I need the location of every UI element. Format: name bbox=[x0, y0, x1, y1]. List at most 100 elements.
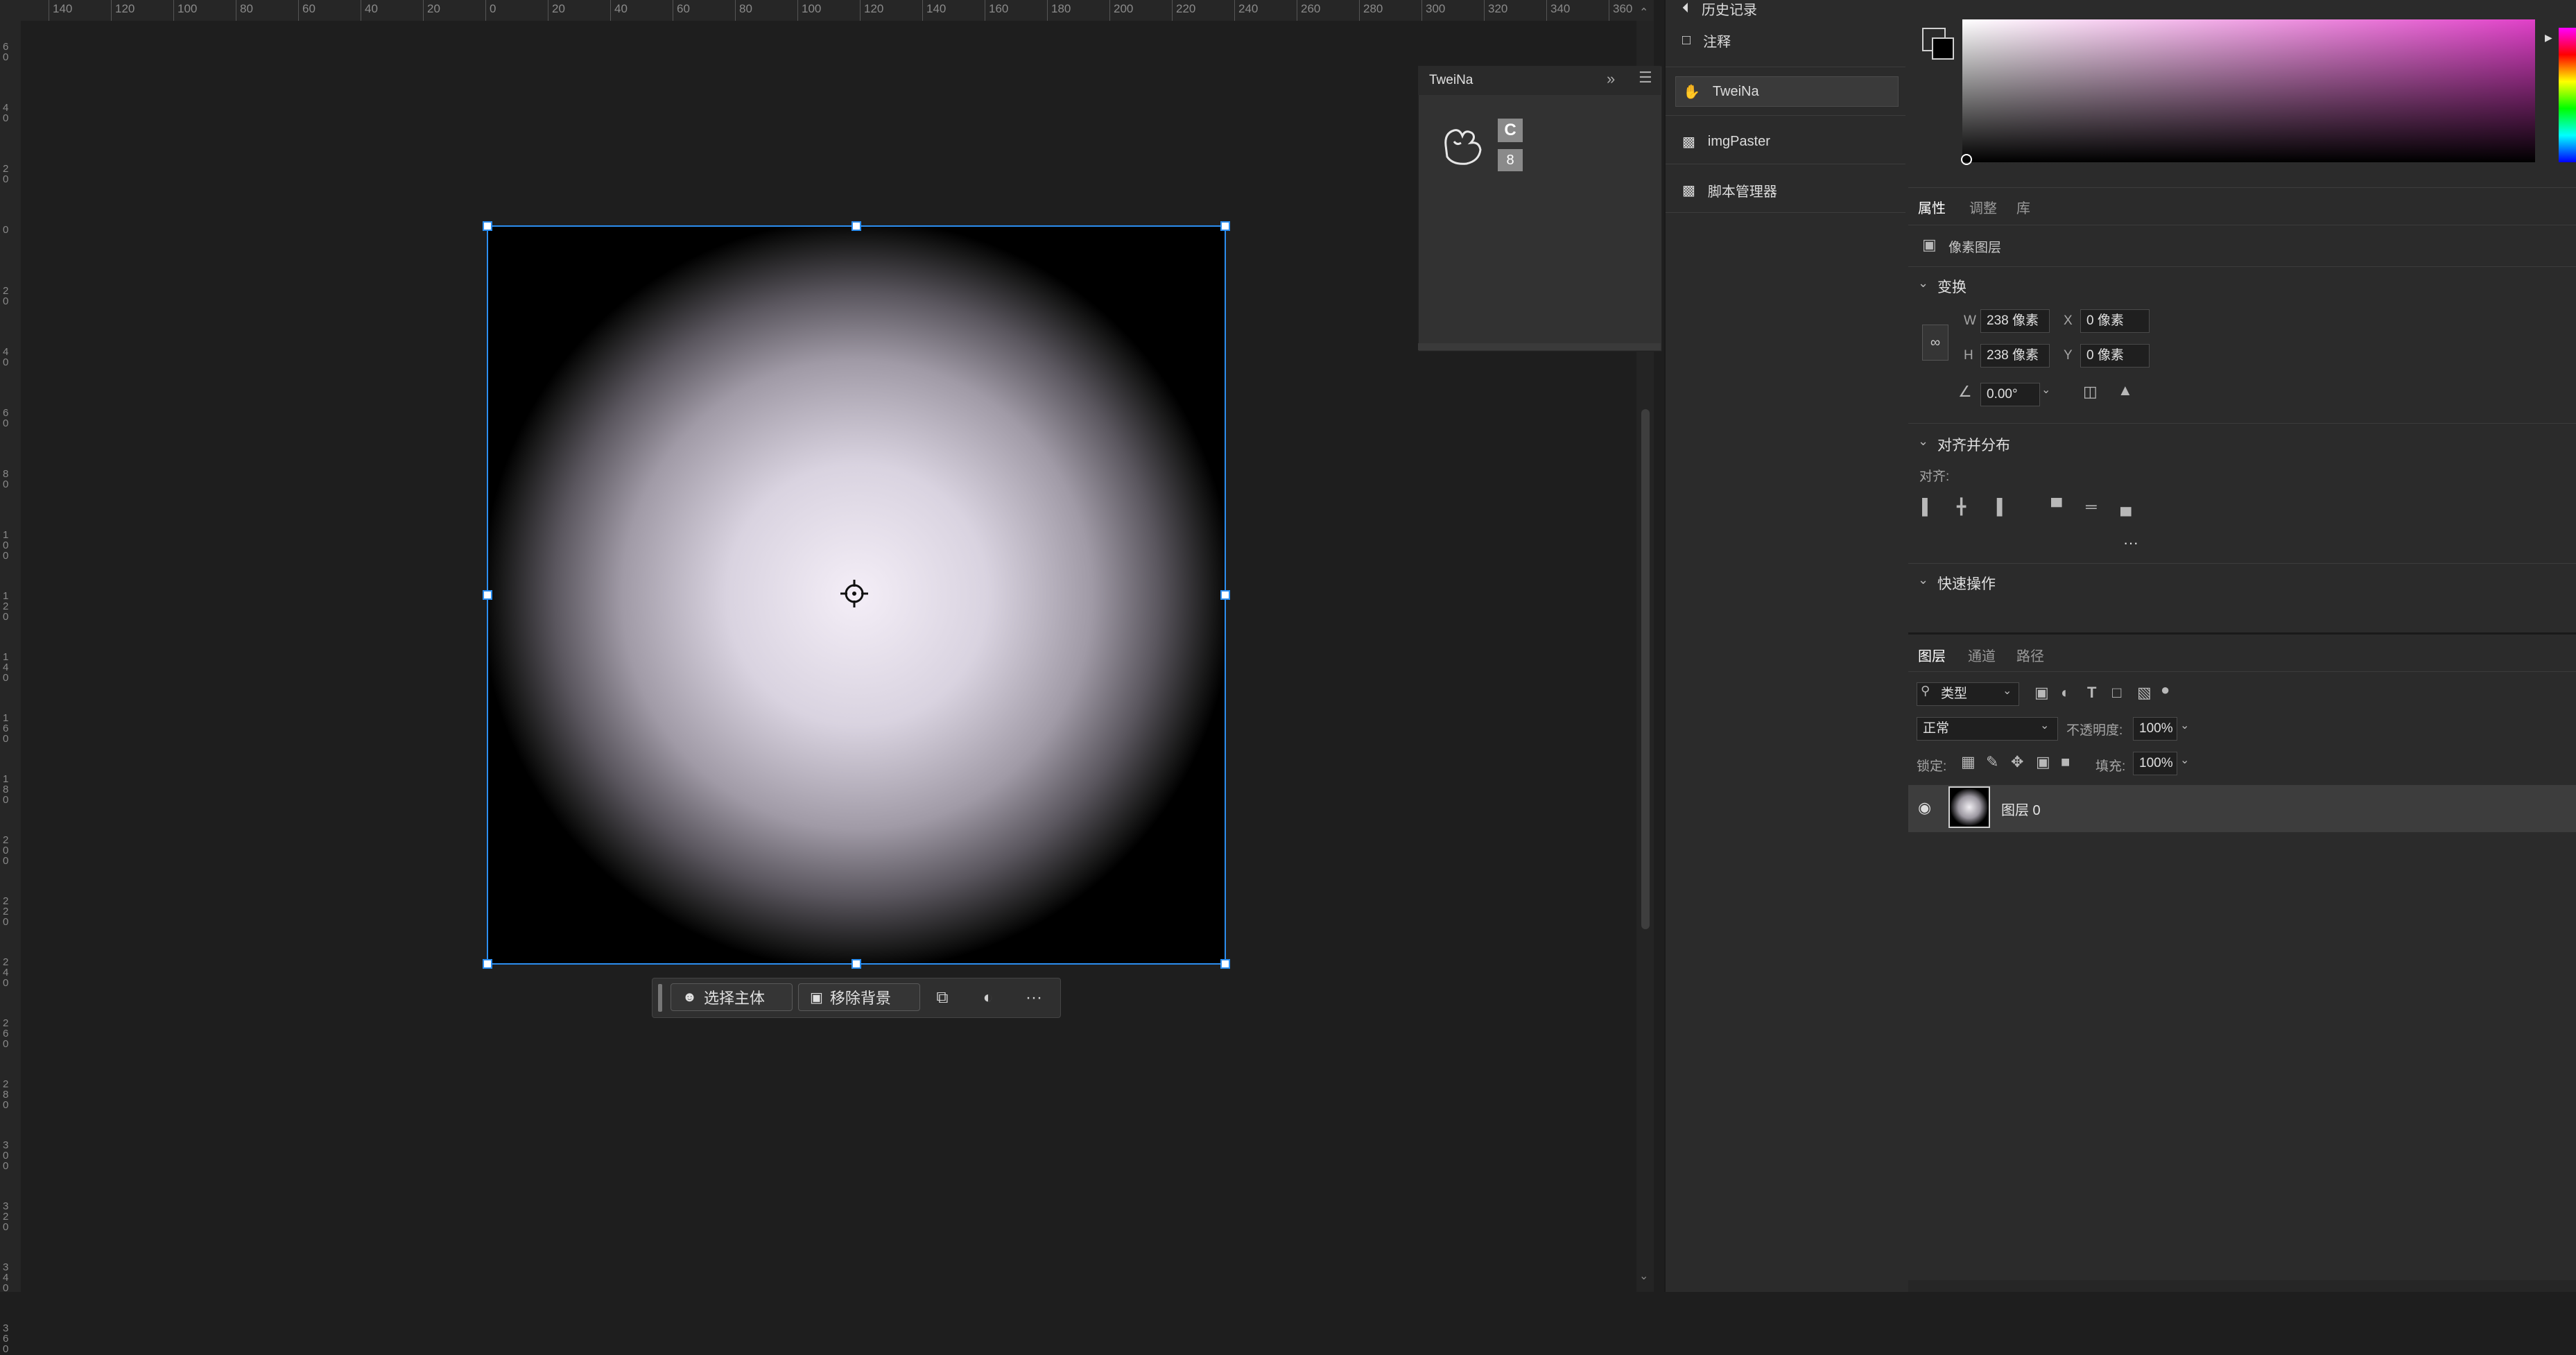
remove-background-button[interactable]: ▣ 移除背景 bbox=[798, 983, 920, 1011]
fill-field[interactable]: 100% bbox=[2133, 752, 2177, 775]
x-field[interactable]: 0 像素 bbox=[2080, 309, 2150, 333]
angle-dropdown-icon[interactable]: ⌄ bbox=[2041, 383, 2050, 397]
tab-channels[interactable]: 通道 bbox=[1968, 645, 1996, 665]
ruler-left-tick-label: 200 bbox=[3, 834, 9, 867]
tab-adjustments[interactable]: 调整 bbox=[1969, 197, 1997, 217]
hue-slider[interactable] bbox=[2559, 28, 2576, 162]
ruler-top-tick-label: 20 bbox=[427, 2, 440, 15]
layer-thumbnail[interactable] bbox=[1948, 786, 1990, 828]
flip-horizontal-icon[interactable]: ◫ bbox=[2083, 383, 2098, 401]
ruler-left-tick-label: 60 bbox=[3, 41, 9, 63]
width-field[interactable]: 238 像素 bbox=[1980, 309, 2050, 333]
collapse-icon[interactable]: » bbox=[1607, 70, 1615, 88]
reference-point-icon[interactable] bbox=[839, 578, 870, 609]
script-manager-panel-item[interactable]: ▩ 脚本管理器 bbox=[1675, 175, 1899, 205]
filter-adjustment-icon[interactable]: ◐ bbox=[2061, 684, 2070, 702]
background-color-swatch[interactable] bbox=[1932, 37, 1954, 60]
layer-name[interactable]: 图层 0 bbox=[2001, 799, 2041, 819]
filter-pixel-icon[interactable]: ▣ bbox=[2034, 684, 2049, 702]
transform-section-title[interactable]: 变换 bbox=[1937, 276, 1966, 297]
opacity-dropdown-icon[interactable]: ⌄ bbox=[2180, 718, 2189, 732]
align-section-title[interactable]: 对齐并分布 bbox=[1937, 434, 2010, 455]
chevron-down-icon[interactable]: ⌄ bbox=[1918, 434, 1928, 449]
more-align-options-icon[interactable]: ··· bbox=[2123, 534, 2138, 552]
tweina-panel-resize-bar[interactable] bbox=[1418, 343, 1661, 350]
handle-middle-right[interactable] bbox=[1220, 590, 1230, 600]
visibility-eye-icon[interactable]: ◉ bbox=[1918, 799, 1931, 817]
tweina-hand-icon[interactable] bbox=[1439, 118, 1494, 173]
blend-mode-select[interactable]: 正常 bbox=[1917, 717, 2058, 741]
select-subject-button[interactable]: ☻ 选择主体 bbox=[671, 983, 793, 1011]
ruler-left-tick-label: 240 bbox=[3, 956, 9, 989]
panel-menu-icon[interactable]: ☰ bbox=[1639, 69, 1652, 87]
chevron-down-icon[interactable]: ⌄ bbox=[1918, 573, 1928, 587]
h-label: H bbox=[1964, 348, 1973, 363]
handle-top-right[interactable] bbox=[1220, 221, 1230, 231]
lock-transparent-icon[interactable]: ▦ bbox=[1961, 753, 1976, 771]
tweina-c-button[interactable]: C bbox=[1498, 119, 1523, 142]
quick-actions-section-title[interactable]: 快速操作 bbox=[1937, 573, 1996, 594]
script-manager-label: 脚本管理器 bbox=[1707, 184, 1777, 200]
tweina-panel-item[interactable]: ✋ TweiNa bbox=[1675, 76, 1899, 107]
scroll-down-arrow-icon[interactable]: ⌄ bbox=[1639, 1269, 1648, 1283]
handle-top-center[interactable] bbox=[852, 221, 861, 231]
link-dimensions-button[interactable]: ∞ bbox=[1922, 325, 1948, 361]
drag-handle[interactable] bbox=[658, 984, 662, 1012]
height-field[interactable]: 238 像素 bbox=[1980, 344, 2050, 368]
lock-image-icon[interactable]: ✎ bbox=[1986, 753, 1998, 771]
comment-panel-item[interactable]: □ 注释 bbox=[1675, 25, 1899, 55]
handle-bottom-right[interactable] bbox=[1220, 959, 1230, 969]
adjustment-icon[interactable]: ◐ bbox=[976, 985, 1001, 1010]
flip-vertical-icon[interactable]: ▲ bbox=[2118, 381, 2133, 399]
color-field[interactable] bbox=[1962, 19, 2535, 162]
more-options-icon[interactable]: ··· bbox=[1021, 985, 1046, 1010]
pixel-layer-icon: ▣ bbox=[1922, 236, 1937, 253]
ruler-left-tick-label: 40 bbox=[3, 102, 9, 124]
ruler-top-tick-label: 180 bbox=[1051, 2, 1071, 15]
transform-icon[interactable]: ⧉ bbox=[930, 985, 955, 1010]
ruler-top-tick bbox=[1234, 0, 1235, 21]
tab-layers[interactable]: 图层 bbox=[1918, 645, 1946, 665]
tab-paths[interactable]: 路径 bbox=[2016, 645, 2044, 665]
ruler-top-tick bbox=[1359, 0, 1360, 21]
align-center-v-icon[interactable]: ═ bbox=[2086, 498, 2097, 516]
filter-toggle-icon[interactable]: ● bbox=[2161, 681, 2170, 699]
chevron-down-icon[interactable]: ⌄ bbox=[1918, 276, 1928, 291]
lock-all-icon[interactable]: ■ bbox=[2061, 753, 2070, 771]
history-panel-item[interactable]: ⏴ 历史记录 bbox=[1675, 0, 1899, 24]
ruler-top-tick bbox=[610, 0, 611, 21]
filter-type-icon[interactable]: T bbox=[2087, 684, 2096, 702]
filter-shape-icon[interactable]: □ bbox=[2112, 684, 2121, 702]
align-top-icon[interactable]: ▀ bbox=[2051, 498, 2062, 516]
tweina-link-button[interactable]: 8 bbox=[1498, 149, 1523, 171]
angle-field[interactable]: 0.00° bbox=[1980, 383, 2040, 406]
handle-top-left[interactable] bbox=[483, 221, 492, 231]
lock-artboard-icon[interactable]: ▣ bbox=[2036, 753, 2050, 771]
scroll-up-arrow-icon[interactable]: ⌃ bbox=[1639, 6, 1648, 19]
tab-properties[interactable]: 属性 bbox=[1918, 197, 1946, 217]
color-field-marker[interactable] bbox=[1961, 154, 1972, 165]
ruler-left-tick-label: 100 bbox=[3, 529, 9, 562]
plugin-icon: ▩ bbox=[1682, 134, 1695, 150]
comment-label: 注释 bbox=[1703, 34, 1731, 50]
opacity-field[interactable]: 100% bbox=[2133, 717, 2177, 741]
handle-bottom-center[interactable] bbox=[852, 959, 861, 969]
filter-smart-object-icon[interactable]: ▧ bbox=[2137, 684, 2152, 702]
handle-bottom-left[interactable] bbox=[483, 959, 492, 969]
lock-position-icon[interactable]: ✥ bbox=[2011, 753, 2023, 771]
align-center-h-icon[interactable]: ╋ bbox=[1957, 498, 1966, 516]
ruler-top-tick bbox=[1047, 0, 1048, 21]
ruler-top-tick-label: 320 bbox=[1488, 2, 1508, 15]
layers-footer bbox=[1908, 1280, 2576, 1292]
imgpaster-panel-item[interactable]: ▩ imgPaster bbox=[1675, 126, 1899, 157]
handle-middle-left[interactable] bbox=[483, 590, 492, 600]
align-left-icon[interactable]: ▌ bbox=[1922, 498, 1933, 516]
hue-slider-marker-icon[interactable]: ▶ bbox=[2545, 32, 2552, 44]
canvas-scrollbar-thumb[interactable] bbox=[1641, 409, 1650, 929]
align-right-icon[interactable]: ▐ bbox=[1991, 498, 2003, 516]
align-bottom-icon[interactable]: ▄ bbox=[2120, 498, 2132, 516]
tab-libraries[interactable]: 库 bbox=[2016, 197, 2030, 217]
y-field[interactable]: 0 像素 bbox=[2080, 344, 2150, 368]
ruler-left-tick-label: 80 bbox=[3, 468, 9, 490]
fill-dropdown-icon[interactable]: ⌄ bbox=[2180, 753, 2189, 767]
